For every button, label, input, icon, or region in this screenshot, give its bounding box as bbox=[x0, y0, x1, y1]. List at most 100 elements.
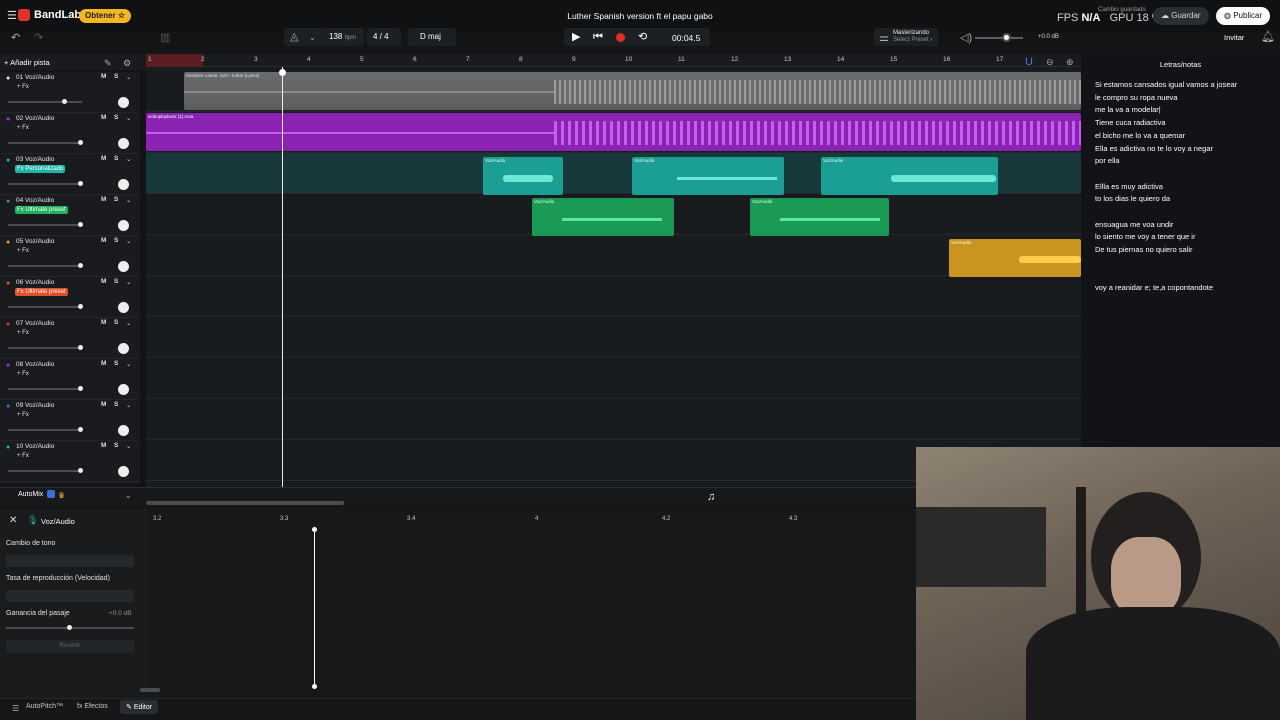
pencil-icon[interactable]: ✎ bbox=[104, 58, 112, 69]
track-volume-slider[interactable] bbox=[8, 263, 83, 268]
fx-button[interactable]: Fx Ultimate preset bbox=[15, 206, 68, 214]
tab-efectos[interactable]: fx Efectos bbox=[77, 703, 108, 710]
mute-button[interactable]: M bbox=[101, 155, 106, 162]
close-icon[interactable]: ✕ bbox=[9, 515, 17, 526]
bell-icon[interactable]: 🔔︎ bbox=[1261, 32, 1275, 43]
solo-button[interactable]: S bbox=[114, 360, 118, 367]
menu-icon[interactable]: ☰ bbox=[12, 703, 19, 714]
mute-button[interactable]: M bbox=[101, 237, 106, 244]
lyric-line[interactable]: le compro su ropa nueva bbox=[1095, 93, 1178, 102]
lane-5[interactable]: Voz/Audio bbox=[146, 235, 1081, 277]
lane-3[interactable]: Voz/Audio Voz/Audio Voz/Audio bbox=[146, 153, 1081, 195]
volume-handle[interactable] bbox=[1002, 33, 1011, 42]
bpm-field[interactable]: 138 bpm bbox=[322, 28, 364, 46]
pan-knob[interactable] bbox=[118, 384, 129, 395]
gain-handle[interactable] bbox=[67, 625, 72, 630]
clip-voz-5[interactable]: Voz/Audio bbox=[949, 239, 1081, 277]
track-header-10[interactable]: ● 10 Voz/Audio + Fx M S ⌄ bbox=[0, 441, 140, 482]
settings-icon[interactable]: ⚙ bbox=[123, 58, 131, 69]
solo-button[interactable]: S bbox=[114, 278, 118, 285]
track-name[interactable]: 08 Voz/Audio bbox=[16, 361, 54, 368]
chevron-down-icon[interactable]: ⌄ bbox=[126, 196, 131, 204]
track-header-6[interactable]: ● 06 Voz/Audio Fx Ultimate preset M S ⌄ bbox=[0, 277, 140, 318]
lyric-line[interactable]: Ellla es muy adictiva bbox=[1095, 182, 1163, 191]
track-header-3[interactable]: ● 03 Voz/Audio Fx Personalizado M S ⌄ bbox=[0, 154, 140, 195]
undo-icon[interactable]: ↶ bbox=[11, 33, 20, 44]
tab-autopitch[interactable]: AutoPitch™ bbox=[26, 703, 63, 710]
fx-button[interactable]: Fx Personalizado bbox=[15, 165, 66, 173]
volume-handle[interactable] bbox=[78, 468, 83, 473]
obtener-button[interactable]: Obtener ☆ bbox=[79, 9, 132, 23]
chevron-down-icon[interactable]: ⌄ bbox=[126, 237, 131, 245]
lyric-line[interactable]: Tiene cuca radiactiva bbox=[1095, 118, 1166, 127]
key-selector[interactable]: D maj bbox=[408, 28, 456, 46]
redo-icon[interactable]: ↷ bbox=[34, 33, 43, 44]
track-volume-slider[interactable] bbox=[8, 140, 83, 145]
guardar-button[interactable]: ☁ Guardar bbox=[1153, 7, 1209, 25]
bandlab-logo[interactable]: BandLab bbox=[18, 9, 81, 21]
track-volume-slider[interactable] bbox=[8, 468, 83, 473]
fx-button[interactable]: + Fx bbox=[15, 124, 31, 132]
volume-handle[interactable] bbox=[78, 263, 83, 268]
metronome-button[interactable]: ◬ ⌄ bbox=[284, 28, 324, 46]
skip-back-icon[interactable]: ⏮ bbox=[593, 32, 603, 43]
master-volume-slider[interactable] bbox=[975, 33, 1023, 42]
volume-handle[interactable] bbox=[78, 140, 83, 145]
track-volume-slider[interactable] bbox=[8, 386, 83, 391]
lyric-line[interactable]: ensuagua me voa undir bbox=[1095, 220, 1173, 229]
track-volume-slider[interactable] bbox=[8, 222, 83, 227]
track-volume-slider[interactable] bbox=[8, 345, 83, 350]
mute-button[interactable]: M bbox=[101, 319, 106, 326]
loop-region[interactable] bbox=[146, 54, 203, 67]
pan-knob[interactable] bbox=[118, 466, 129, 477]
track-header-8[interactable]: ● 08 Voz/Audio + Fx M S ⌄ bbox=[0, 359, 140, 400]
fx-button[interactable]: Fx Ultimate preset bbox=[15, 288, 68, 296]
playhead-handle[interactable] bbox=[279, 69, 286, 76]
solo-button[interactable]: S bbox=[114, 401, 118, 408]
track-volume-slider[interactable] bbox=[8, 181, 83, 186]
lane-2[interactable]: videoplayback (1).m4a bbox=[146, 112, 1081, 153]
volume-handle[interactable] bbox=[78, 345, 83, 350]
lyric-line[interactable]: por ella bbox=[1095, 156, 1120, 165]
record-icon[interactable] bbox=[616, 33, 625, 42]
fx-button[interactable]: + Fx bbox=[15, 370, 31, 378]
mute-button[interactable]: M bbox=[101, 401, 106, 408]
track-name[interactable]: 01 Voz/Audio bbox=[16, 74, 54, 81]
mute-button[interactable]: M bbox=[101, 114, 106, 121]
track-volume-slider[interactable] bbox=[8, 99, 82, 104]
track-name[interactable]: 02 Voz/Audio bbox=[16, 115, 54, 122]
fx-button[interactable]: + Fx bbox=[15, 83, 31, 91]
track-name[interactable]: 06 Voz/Audio bbox=[16, 279, 54, 286]
invitar-button[interactable]: Invitar bbox=[1224, 33, 1244, 42]
lane-8[interactable] bbox=[146, 358, 1081, 399]
fx-button[interactable]: + Fx bbox=[15, 411, 31, 419]
fx-button[interactable]: + Fx bbox=[15, 452, 31, 460]
solo-button[interactable]: S bbox=[114, 319, 118, 326]
chevron-down-icon[interactable]: ⌄ bbox=[126, 73, 131, 81]
clip-voz-3c[interactable]: Voz/Audio bbox=[821, 157, 998, 195]
volume-handle[interactable] bbox=[78, 181, 83, 186]
track-name[interactable]: 09 Voz/Audio bbox=[16, 402, 54, 409]
editor-scrollbar[interactable] bbox=[140, 688, 160, 692]
volume-icon[interactable]: ◁) bbox=[960, 33, 972, 44]
track-name[interactable]: 05 Voz/Audio bbox=[16, 238, 54, 245]
track-name[interactable]: 10 Voz/Audio bbox=[16, 443, 54, 450]
loop-icon[interactable]: ⟲ bbox=[638, 32, 647, 43]
chevron-down-icon[interactable]: ⌄ bbox=[126, 278, 131, 286]
mute-button[interactable]: M bbox=[101, 196, 106, 203]
mute-button[interactable]: M bbox=[101, 360, 106, 367]
track-name[interactable]: 07 Voz/Audio bbox=[16, 320, 54, 327]
editor-playhead-bottom[interactable] bbox=[312, 684, 317, 689]
pitch-field[interactable] bbox=[6, 555, 134, 567]
lyric-line[interactable]: me la va a modelar| bbox=[1095, 105, 1161, 114]
clip-voz-3b[interactable]: Voz/Audio bbox=[632, 157, 784, 195]
lyric-line[interactable]: el bicho me lo va a quemar bbox=[1095, 131, 1185, 140]
mute-button[interactable]: M bbox=[101, 442, 106, 449]
pan-knob[interactable] bbox=[118, 220, 129, 231]
lyric-line[interactable]: Si estamos cansados igual vamos a josear bbox=[1095, 80, 1237, 89]
pan-knob[interactable] bbox=[118, 302, 129, 313]
lyric-line[interactable]: lo siento me voy a tener que ir bbox=[1095, 232, 1195, 241]
solo-button[interactable]: S bbox=[114, 442, 118, 449]
play-icon[interactable]: ▶ bbox=[572, 32, 580, 43]
lane-9[interactable] bbox=[146, 399, 1081, 440]
